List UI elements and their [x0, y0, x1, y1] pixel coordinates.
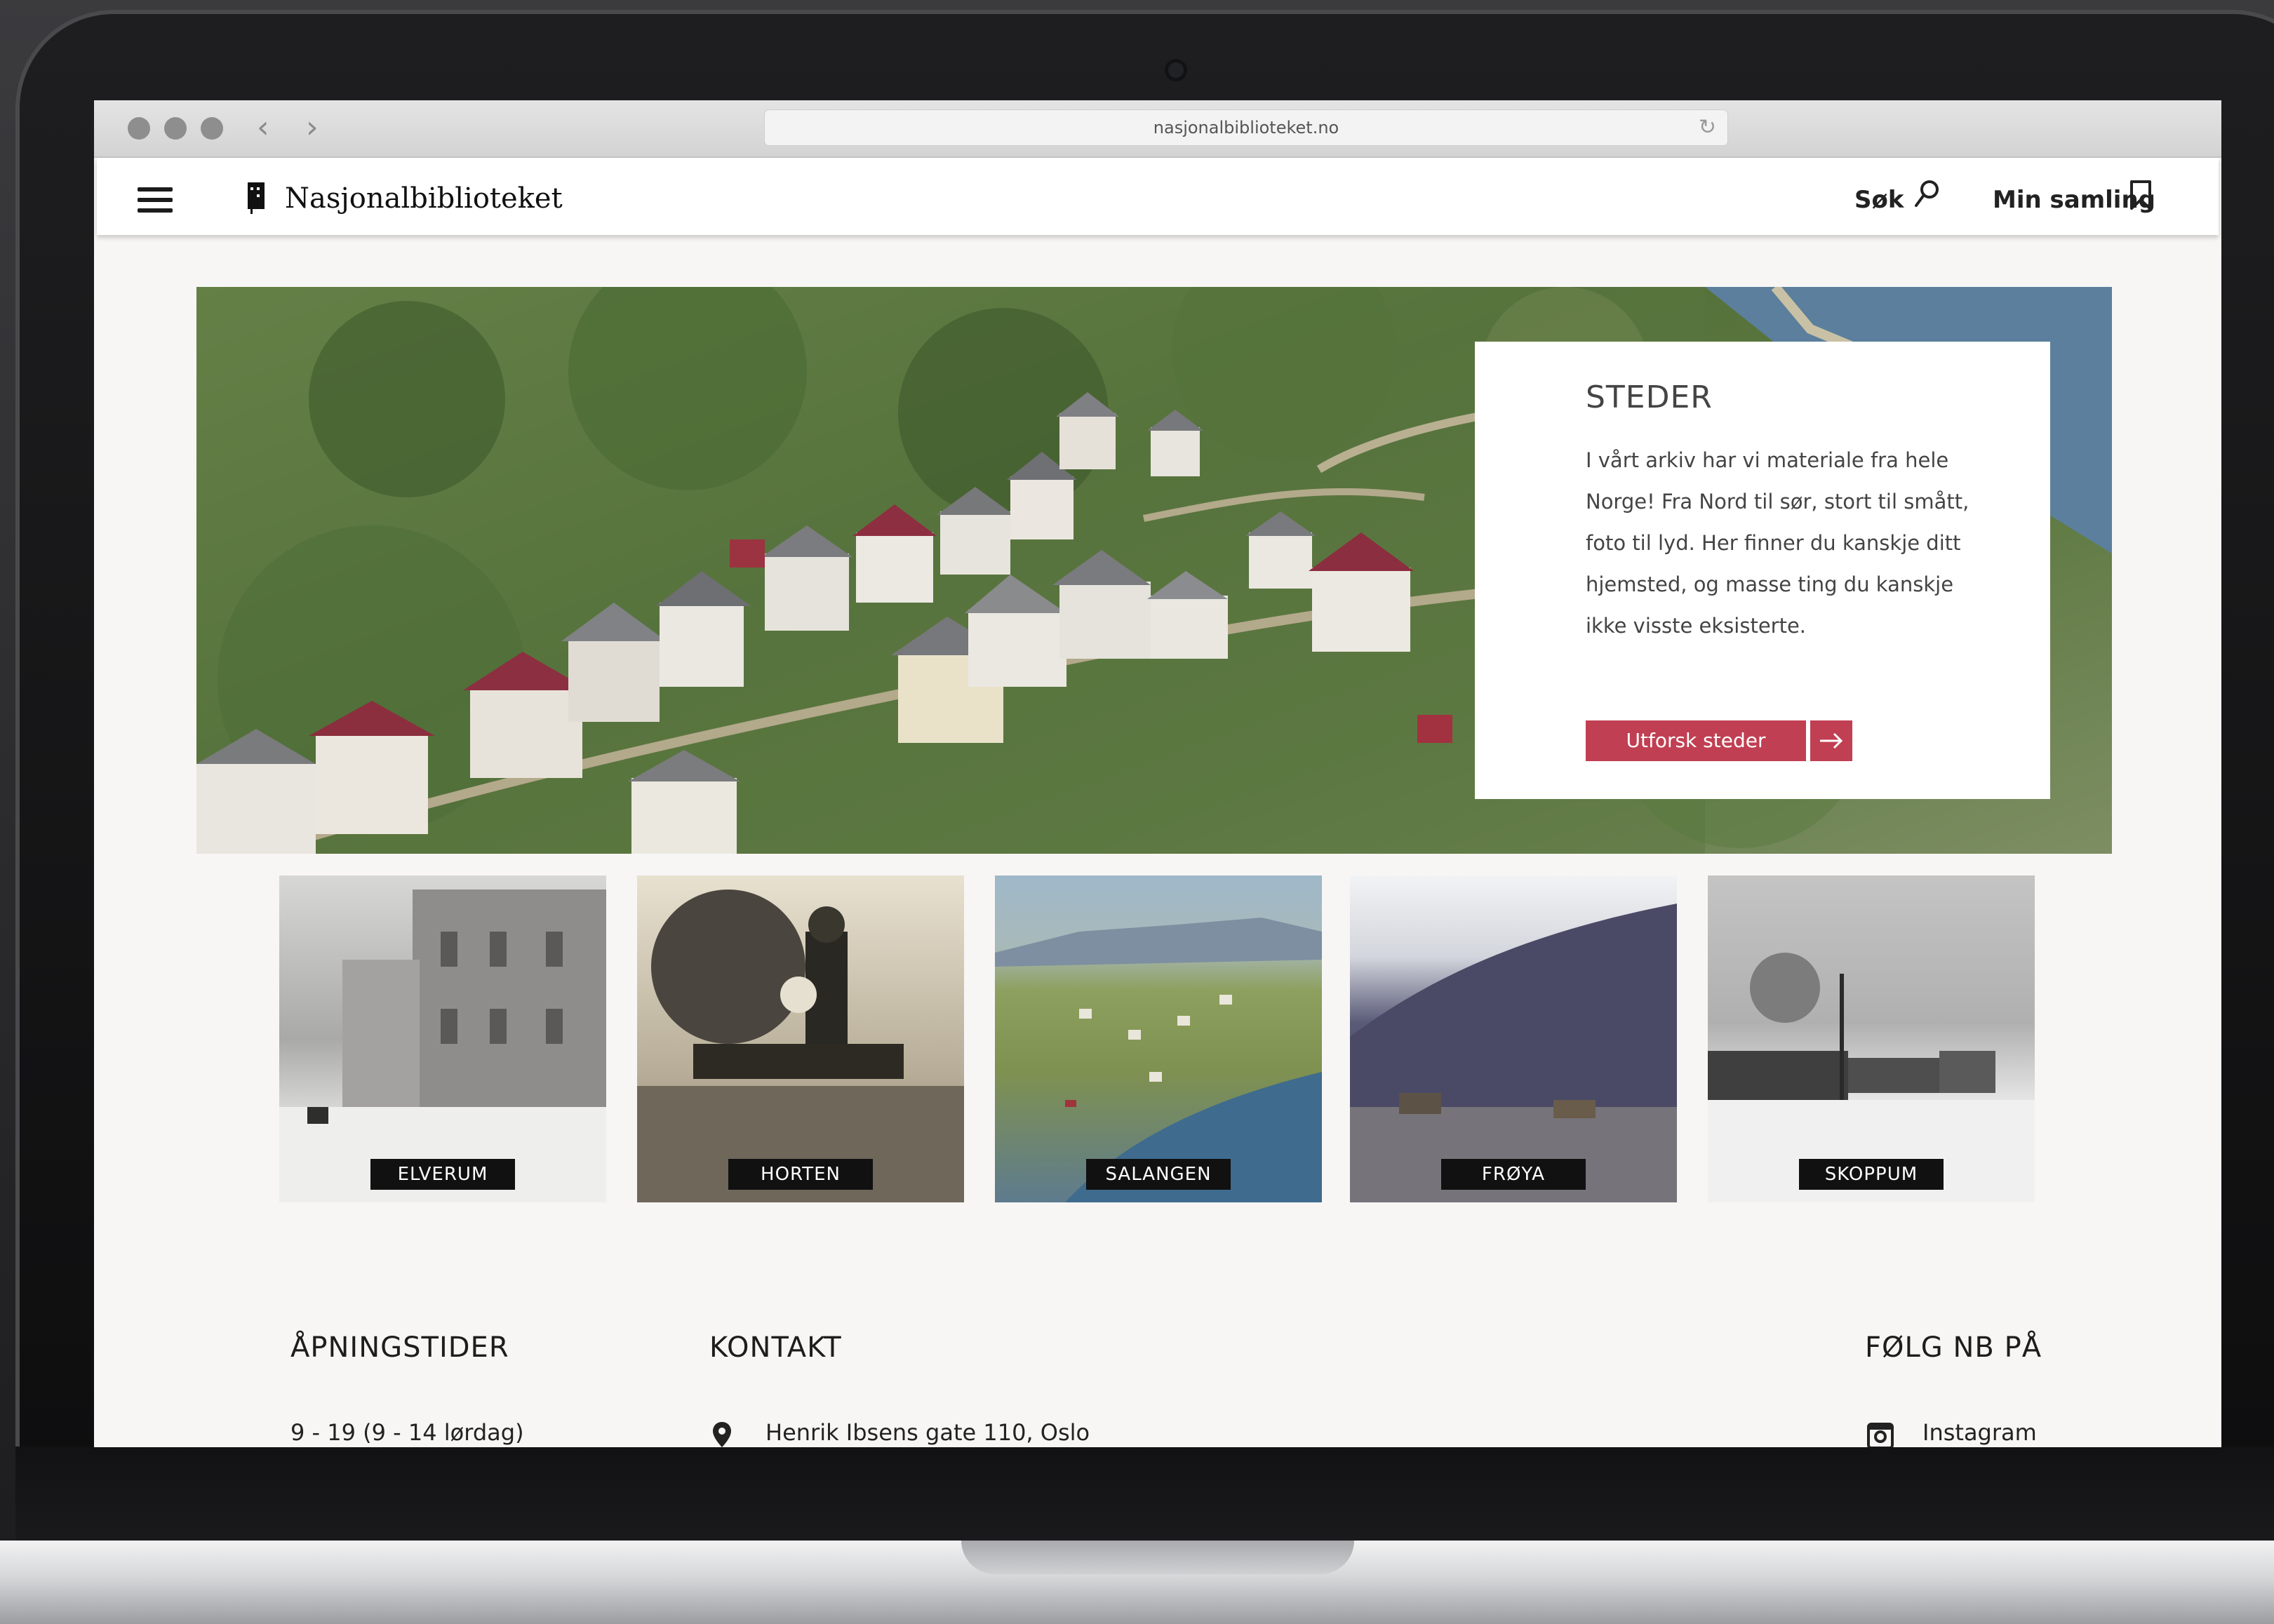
- reload-icon[interactable]: ↻: [1699, 110, 1716, 145]
- place-card-elverum[interactable]: ELVERUM: [279, 875, 606, 1202]
- menu-icon[interactable]: [138, 187, 173, 213]
- url-text: nasjonalbiblioteket.no: [1153, 118, 1339, 137]
- hero-card: STEDER I vårt arkiv har vi materiale fra…: [1475, 342, 2050, 799]
- minimize-window-button[interactable]: [164, 117, 187, 140]
- hero-title: STEDER: [1586, 380, 1713, 415]
- search-link[interactable]: Søk: [1854, 184, 1904, 215]
- camera: [1165, 59, 1187, 81]
- hero-description: I vårt arkiv har vi materiale fra hele N…: [1586, 448, 1969, 638]
- zoom-window-button[interactable]: [201, 117, 223, 140]
- follow-heading: FØLG NB PÅ: [1865, 1331, 2042, 1364]
- logo-icon: [248, 182, 265, 214]
- laptop-bezel: [15, 1447, 2274, 1545]
- laptop-notch: [961, 1541, 1354, 1574]
- close-window-button[interactable]: [128, 117, 150, 140]
- explore-places-button[interactable]: Utforsk steder: [1586, 720, 1806, 761]
- location-pin-icon: [713, 1422, 731, 1447]
- place-label: ELVERUM: [370, 1159, 515, 1190]
- logo-text[interactable]: Nasjonalbiblioteket: [285, 179, 563, 218]
- place-photo: [279, 890, 606, 1202]
- place-label: SKOPPUM: [1799, 1159, 1944, 1190]
- instagram-icon[interactable]: [1866, 1422, 1894, 1447]
- place-photo: [637, 890, 964, 1202]
- instagram-link[interactable]: Instagram: [1922, 1419, 2037, 1446]
- forward-button[interactable]: ›: [306, 110, 319, 145]
- contact-address[interactable]: Henrik Ibsens gate 110, Oslo: [765, 1419, 1090, 1446]
- hero-banner: STEDER I vårt arkiv har vi materiale fra…: [196, 287, 2112, 854]
- place-photo: [995, 918, 1322, 1202]
- opening-hours-value: 9 - 19 (9 - 14 lørdag): [290, 1419, 524, 1446]
- address-bar[interactable]: nasjonalbiblioteket.no ↻: [765, 110, 1727, 145]
- arrow-right-icon[interactable]: [1810, 720, 1852, 761]
- place-photo: [1708, 953, 2035, 1202]
- place-label: FRØYA: [1441, 1159, 1586, 1190]
- place-label: HORTEN: [728, 1159, 873, 1190]
- opening-hours-heading: ÅPNINGSTIDER: [290, 1331, 509, 1364]
- place-photo: [1350, 904, 1677, 1202]
- bookmark-icon[interactable]: [2129, 179, 2153, 213]
- place-label: SALANGEN: [1086, 1159, 1231, 1190]
- site-header: Nasjonalbiblioteket Søk Min samling: [97, 158, 2219, 235]
- contact-heading: KONTAKT: [709, 1331, 842, 1364]
- place-card-froya[interactable]: FRØYA: [1350, 875, 1677, 1202]
- browser-toolbar: ‹ › nasjonalbiblioteket.no ↻: [94, 100, 2221, 158]
- place-card-skoppum[interactable]: SKOPPUM: [1708, 875, 2035, 1202]
- screen: ‹ › nasjonalbiblioteket.no ↻ Nasjonalbib…: [94, 100, 2221, 1447]
- place-card-horten[interactable]: HORTEN: [637, 875, 964, 1202]
- back-button[interactable]: ‹: [257, 110, 269, 145]
- search-icon[interactable]: [1913, 179, 1941, 210]
- place-card-salangen[interactable]: SALANGEN: [995, 875, 1322, 1202]
